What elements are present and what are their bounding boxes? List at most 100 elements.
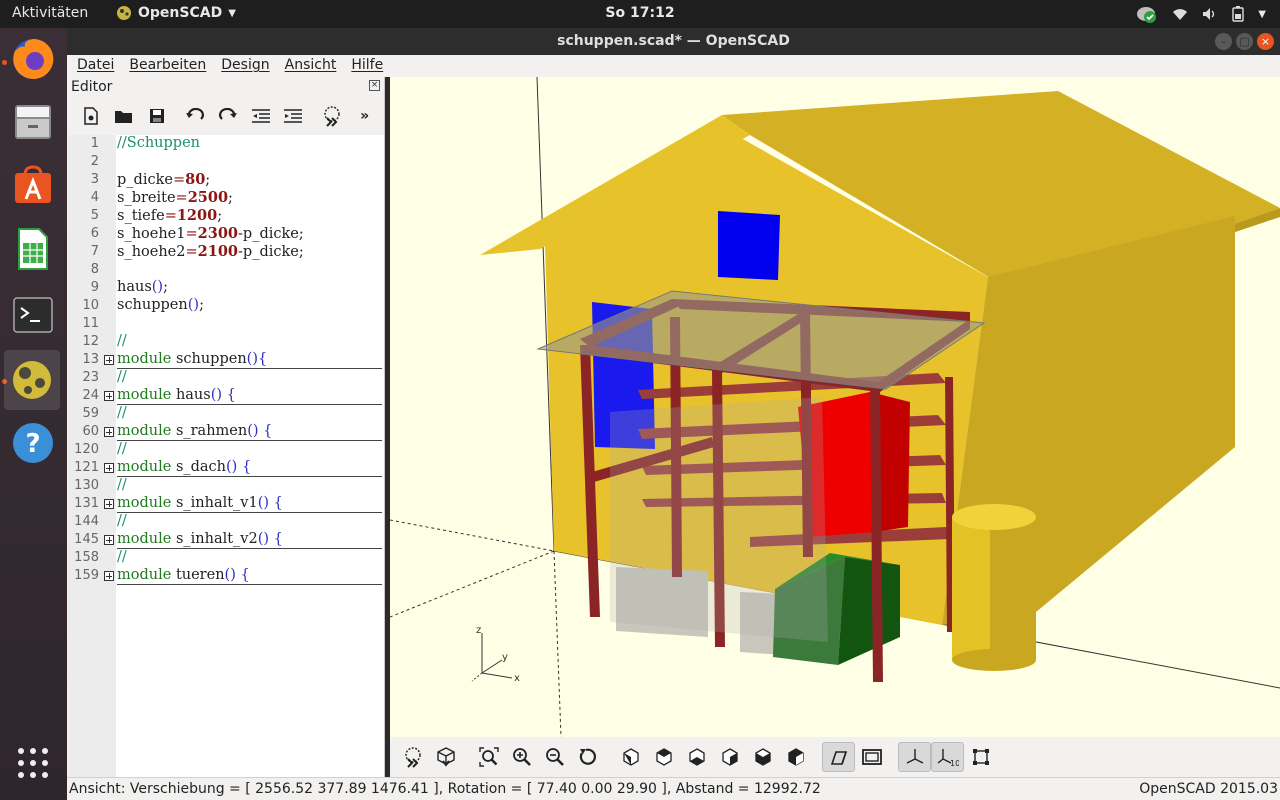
fold-expand-icon[interactable] [104, 391, 114, 401]
save-button[interactable] [140, 103, 173, 129]
fold-expand-icon[interactable] [104, 427, 114, 437]
dock-item-openscad[interactable] [4, 350, 60, 410]
code-line[interactable]: 5 s_tiefe=1200; [68, 207, 384, 225]
view-top-button[interactable] [647, 742, 680, 772]
new-file-button[interactable] [75, 103, 108, 129]
toolbar-overflow-button[interactable]: » [348, 103, 381, 129]
maximize-button[interactable]: □ [1236, 33, 1253, 50]
view-front-button[interactable] [746, 742, 779, 772]
code-comment: // [117, 477, 127, 493]
render-button[interactable] [429, 742, 462, 772]
code-line[interactable]: 10 schuppen(); [68, 297, 384, 315]
code-line[interactable]: 130 // [68, 477, 384, 495]
code-text: module haus() { [117, 387, 382, 405]
chevron-down-icon[interactable]: ▼ [1258, 9, 1266, 20]
reset-view-button[interactable] [571, 742, 604, 772]
view-back-button[interactable] [779, 742, 812, 772]
view-left-button[interactable] [713, 742, 746, 772]
zoom-in-button[interactable] [505, 742, 538, 772]
code-line[interactable]: 145 module s_inhalt_v2() { [68, 531, 384, 549]
code-line[interactable]: 121 module s_dach() { [68, 459, 384, 477]
fold-expand-icon[interactable] [104, 499, 114, 509]
code-line[interactable]: 1 //Schuppen [68, 135, 384, 153]
code-line[interactable]: 3 p_dicke=80; [68, 171, 384, 189]
preview-button[interactable] [396, 742, 429, 772]
system-tray[interactable]: ▼ [1136, 4, 1266, 24]
fold-expand-icon[interactable] [104, 535, 114, 545]
menu-hilfe[interactable]: Hilfe [351, 55, 383, 77]
fold-expand-icon[interactable] [104, 571, 114, 581]
code-text: module tueren() { [117, 567, 382, 585]
dock-item-software[interactable] [8, 160, 58, 210]
code-line[interactable]: 8 [68, 261, 384, 279]
menu-ansicht[interactable]: Ansicht [285, 55, 337, 77]
fold-expand-icon[interactable] [104, 355, 114, 365]
code-line[interactable]: 158 // [68, 549, 384, 567]
code-line[interactable]: 131 module s_inhalt_v1() { [68, 495, 384, 513]
module-name: s_inhalt_v2 [175, 531, 258, 547]
volume-icon[interactable] [1202, 7, 1218, 21]
code-line[interactable]: 144 // [68, 513, 384, 531]
code-line[interactable]: 60 module s_rahmen() { [68, 423, 384, 441]
code-line[interactable]: 7 s_hoehe2=2100-p_dicke; [68, 243, 384, 261]
line-number: 121 [74, 460, 99, 475]
window-titlebar[interactable]: schuppen.scad* — OpenSCAD – □ × [67, 28, 1280, 55]
show-axes-button[interactable] [898, 742, 931, 772]
parentheses: (){ [246, 351, 268, 367]
dock-item-calc[interactable] [8, 224, 58, 274]
code-line[interactable]: 2 [68, 153, 384, 171]
close-button[interactable]: × [1257, 33, 1274, 50]
menu-design[interactable]: Design [221, 55, 269, 77]
minimize-button[interactable]: – [1215, 33, 1232, 50]
code-line[interactable]: 9 haus(); [68, 279, 384, 297]
orthogonal-button[interactable] [855, 742, 888, 772]
code-line[interactable]: 11 [68, 315, 384, 333]
new-file-icon [84, 107, 99, 125]
editor-close-button[interactable]: × [369, 80, 380, 91]
view-all-button[interactable] [472, 742, 505, 772]
redo-button[interactable] [212, 103, 245, 129]
code-line[interactable]: 6 s_hoehe1=2300-p_dicke; [68, 225, 384, 243]
open-file-button[interactable] [108, 103, 141, 129]
dock-item-firefox[interactable] [8, 34, 58, 84]
code-line[interactable]: 59 // [68, 405, 384, 423]
dock-item-show-apps[interactable] [8, 738, 58, 788]
indent-button[interactable] [277, 103, 310, 129]
wifi-icon[interactable] [1172, 7, 1188, 21]
code-line[interactable]: 24 module haus() { [68, 387, 384, 405]
unindent-button[interactable] [244, 103, 277, 129]
zoom-out-button[interactable] [538, 742, 571, 772]
axis-x-label: x [514, 673, 520, 684]
fold-expand-icon[interactable] [104, 463, 114, 473]
code-editor[interactable]: 1//Schuppen 2 3 p_dicke=80; 4 s_breite=2500; 5… [68, 135, 384, 777]
code-line[interactable]: 12 // [68, 333, 384, 351]
semicolon: ; [199, 297, 204, 313]
update-ok-icon[interactable] [1136, 4, 1158, 24]
code-line[interactable]: 13 module schuppen(){ [68, 351, 384, 369]
show-edges-button[interactable] [964, 742, 997, 772]
code-line[interactable]: 4 s_breite=2500; [68, 189, 384, 207]
view-right-button[interactable] [614, 742, 647, 772]
perspective-button[interactable] [822, 742, 855, 772]
code-line[interactable]: 120 // [68, 441, 384, 459]
menu-bearbeiten[interactable]: Bearbeiten [129, 55, 206, 77]
preview-button[interactable] [316, 103, 349, 129]
undo-button[interactable] [179, 103, 212, 129]
cube-back-icon [787, 748, 804, 766]
view-bottom-button[interactable] [680, 742, 713, 772]
dock-item-terminal[interactable] [8, 290, 58, 340]
app-menu[interactable]: OpenSCAD ▼ [116, 5, 236, 21]
dock-item-help[interactable]: ? [8, 418, 58, 468]
code-line[interactable]: 23 // [68, 369, 384, 387]
show-scale-button[interactable]: 10 [931, 742, 964, 772]
module-name: schuppen [175, 351, 247, 367]
code-line[interactable]: 159 module tueren() { [68, 567, 384, 585]
activities-button[interactable]: Aktivitäten [12, 5, 88, 21]
line-number: 23 [82, 370, 99, 385]
menu-datei[interactable]: Datei [77, 55, 114, 77]
window-controls: – □ × [1215, 33, 1274, 50]
dock-item-files[interactable] [8, 96, 58, 146]
code-text: s_tiefe=1200; [117, 207, 222, 224]
battery-icon[interactable] [1232, 6, 1244, 22]
3d-viewport[interactable]: z x y [390, 77, 1280, 737]
